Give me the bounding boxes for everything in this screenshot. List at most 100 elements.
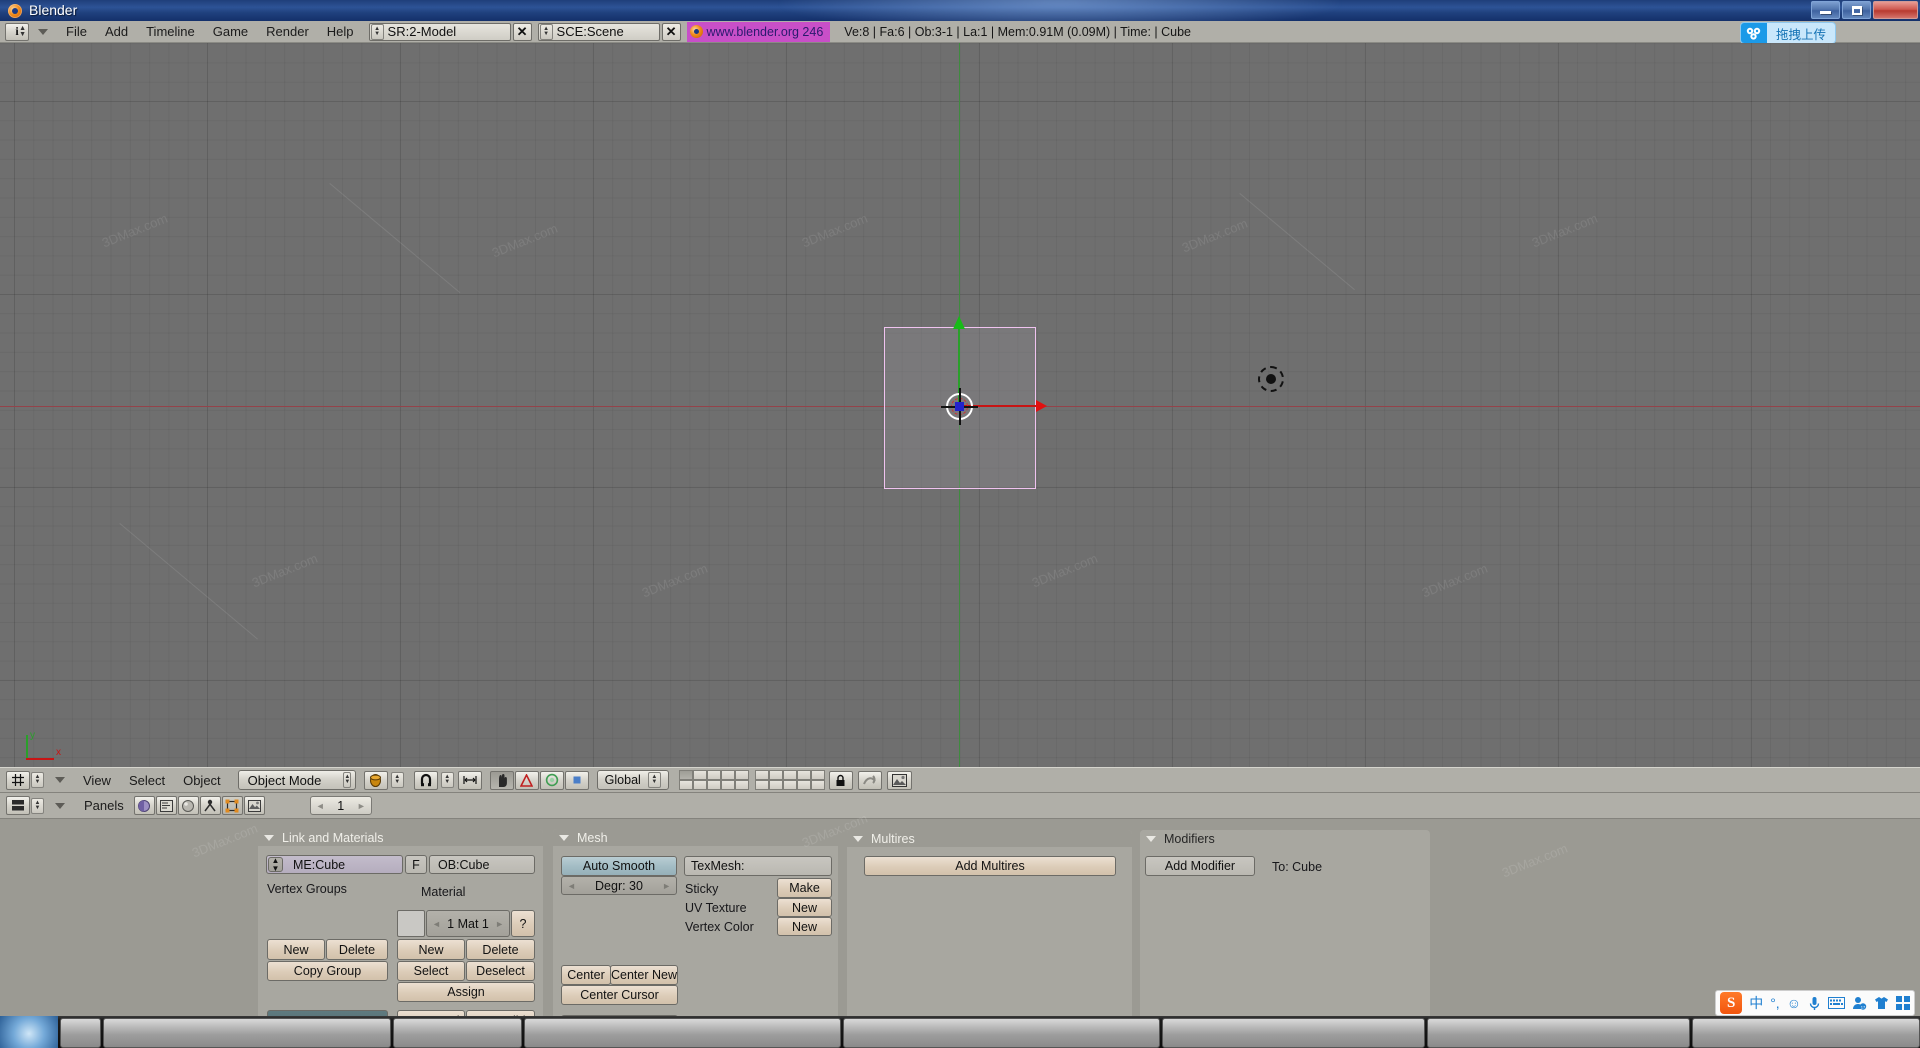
material-next-icon[interactable]: ► xyxy=(495,919,504,929)
blender-website-link[interactable]: www.blender.org 246 xyxy=(687,22,831,42)
layer-buttons[interactable] xyxy=(679,770,825,790)
draw-type-spin-icon[interactable]: ▲▼ xyxy=(391,772,404,788)
panel-link-and-materials-header[interactable]: Link and Materials xyxy=(258,829,543,846)
panel-collapse-icon[interactable] xyxy=(1146,836,1156,842)
drag-upload-widget[interactable]: 拖拽上传 xyxy=(1740,22,1836,44)
screen-selector[interactable]: ▲▼ SR:2-Model xyxy=(369,23,511,41)
ime-mode-toggle[interactable]: 中 xyxy=(1749,993,1763,1013)
material-index-field[interactable]: ◄ 1 Mat 1 ► xyxy=(426,910,510,937)
panels-menu[interactable]: Panels xyxy=(84,798,124,813)
material-icon[interactable] xyxy=(178,796,199,815)
panel-mesh-header[interactable]: Mesh xyxy=(553,829,838,846)
layer-cell[interactable] xyxy=(769,770,783,780)
editing-icon[interactable] xyxy=(222,796,243,815)
close-button[interactable] xyxy=(1873,1,1918,19)
layer-cell[interactable] xyxy=(735,780,749,790)
taskbar-item[interactable] xyxy=(60,1018,102,1048)
taskbar-item[interactable] xyxy=(103,1018,391,1048)
render-preview-icon[interactable] xyxy=(887,771,912,790)
shading-solid-icon[interactable] xyxy=(364,771,388,790)
layer-cell[interactable] xyxy=(693,770,707,780)
lock-icon[interactable] xyxy=(829,771,853,790)
shading-icon[interactable] xyxy=(134,796,155,815)
panel-modifiers-header[interactable]: Modifiers xyxy=(1140,830,1281,847)
panel-collapse-icon[interactable] xyxy=(853,836,863,842)
taskbar-item[interactable] xyxy=(524,1018,841,1048)
center-new-button[interactable]: Center New xyxy=(610,965,678,985)
maximize-button[interactable] xyxy=(1842,1,1871,19)
texmesh-field[interactable]: TexMesh: xyxy=(684,856,832,876)
mesh-datablock-selector-icon[interactable]: ▲▼ xyxy=(268,857,283,872)
layer-cell[interactable] xyxy=(679,780,693,790)
menu-help[interactable]: Help xyxy=(318,24,363,39)
sticky-make-button[interactable]: Make xyxy=(777,878,832,898)
menu-game[interactable]: Game xyxy=(204,24,257,39)
material-help-button[interactable]: ? xyxy=(511,910,535,937)
layer-cell[interactable] xyxy=(755,780,769,790)
viewport-menu-select[interactable]: Select xyxy=(120,773,174,788)
layer-cell[interactable] xyxy=(811,780,825,790)
microphone-icon[interactable] xyxy=(1808,996,1821,1011)
taskbar-item[interactable] xyxy=(393,1018,522,1048)
frame-next-icon[interactable]: ► xyxy=(357,801,366,811)
layer-cell[interactable] xyxy=(693,780,707,790)
uv-texture-new-button[interactable]: New xyxy=(777,898,832,917)
menu-file[interactable]: File xyxy=(57,24,96,39)
punctuation-icon[interactable]: °, xyxy=(1770,995,1780,1011)
scale-icon[interactable] xyxy=(540,771,564,790)
skin-icon[interactable] xyxy=(1874,996,1889,1010)
vertex-group-new-button[interactable]: New xyxy=(267,939,325,960)
vertex-group-delete-button[interactable]: Delete xyxy=(326,939,388,960)
layer-cell[interactable] xyxy=(811,770,825,780)
object-datablock-field[interactable]: OB:Cube xyxy=(429,855,535,874)
start-button[interactable] xyxy=(0,1016,58,1048)
buttons-editor-icon[interactable] xyxy=(6,796,30,815)
taskbar-item[interactable] xyxy=(1692,1018,1920,1048)
frame-prev-icon[interactable]: ◄ xyxy=(316,801,325,811)
snap-spin-icon[interactable]: ▲▼ xyxy=(441,772,454,788)
frame-number-field[interactable]: ◄ 1 ► xyxy=(310,796,372,815)
material-prev-icon[interactable]: ◄ xyxy=(432,919,441,929)
manipulator-size-icon[interactable] xyxy=(565,771,589,790)
emoji-icon[interactable]: ☺ xyxy=(1787,995,1801,1011)
size-icon[interactable] xyxy=(458,771,482,790)
menu-add[interactable]: Add xyxy=(96,24,137,39)
mode-spin-icon[interactable]: ▲▼ xyxy=(343,772,351,788)
layer-cell[interactable] xyxy=(797,780,811,790)
layer-cell[interactable] xyxy=(721,780,735,790)
degr-next-icon[interactable]: ► xyxy=(662,881,671,891)
scene-spin-icon[interactable]: ▲▼ xyxy=(540,24,553,40)
toolbox-icon[interactable] xyxy=(1896,996,1910,1010)
layer-cell[interactable] xyxy=(735,770,749,780)
fake-user-button[interactable]: F xyxy=(405,855,427,874)
panel-collapse-icon[interactable] xyxy=(264,835,274,841)
taskbar-item[interactable] xyxy=(843,1018,1160,1048)
layer-cell[interactable] xyxy=(783,770,797,780)
viewport-menu-object[interactable]: Object xyxy=(174,773,230,788)
magnet-icon[interactable] xyxy=(414,771,438,790)
menu-timeline[interactable]: Timeline xyxy=(137,24,204,39)
center-cursor-button[interactable]: Center Cursor xyxy=(561,985,678,1005)
add-modifier-button[interactable]: Add Modifier xyxy=(1145,856,1255,876)
rotate-icon[interactable] xyxy=(515,771,539,790)
manipulator-center[interactable] xyxy=(944,391,975,422)
header-collapse-icon[interactable] xyxy=(38,29,48,35)
physics-icon[interactable] xyxy=(200,796,221,815)
vertex-color-new-button[interactable]: New xyxy=(777,917,832,936)
grid-editor-icon[interactable] xyxy=(6,771,30,790)
material-new-button[interactable]: New xyxy=(397,939,465,960)
scene-delete-button[interactable]: ✕ xyxy=(662,23,681,41)
material-color-swatch[interactable] xyxy=(397,910,425,937)
screen-delete-button[interactable]: ✕ xyxy=(513,23,532,41)
viewport-header-collapse-icon[interactable] xyxy=(55,777,65,783)
transform-orientation-selector[interactable]: Global ▲▼ xyxy=(597,770,669,790)
panel-multires-header[interactable]: Multires xyxy=(847,830,1132,847)
auto-smooth-degree-field[interactable]: ◄ Degr: 30 ► xyxy=(561,876,677,895)
layer-cell[interactable] xyxy=(755,770,769,780)
material-assign-button[interactable]: Assign xyxy=(397,982,535,1002)
auto-smooth-button[interactable]: Auto Smooth xyxy=(561,856,677,876)
interaction-mode-selector[interactable]: Object Mode ▲▼ xyxy=(238,770,356,790)
layer-cell[interactable] xyxy=(769,780,783,790)
scene-selector[interactable]: ▲▼ SCE:Scene xyxy=(538,23,660,41)
add-multires-button[interactable]: Add Multires xyxy=(864,856,1116,876)
